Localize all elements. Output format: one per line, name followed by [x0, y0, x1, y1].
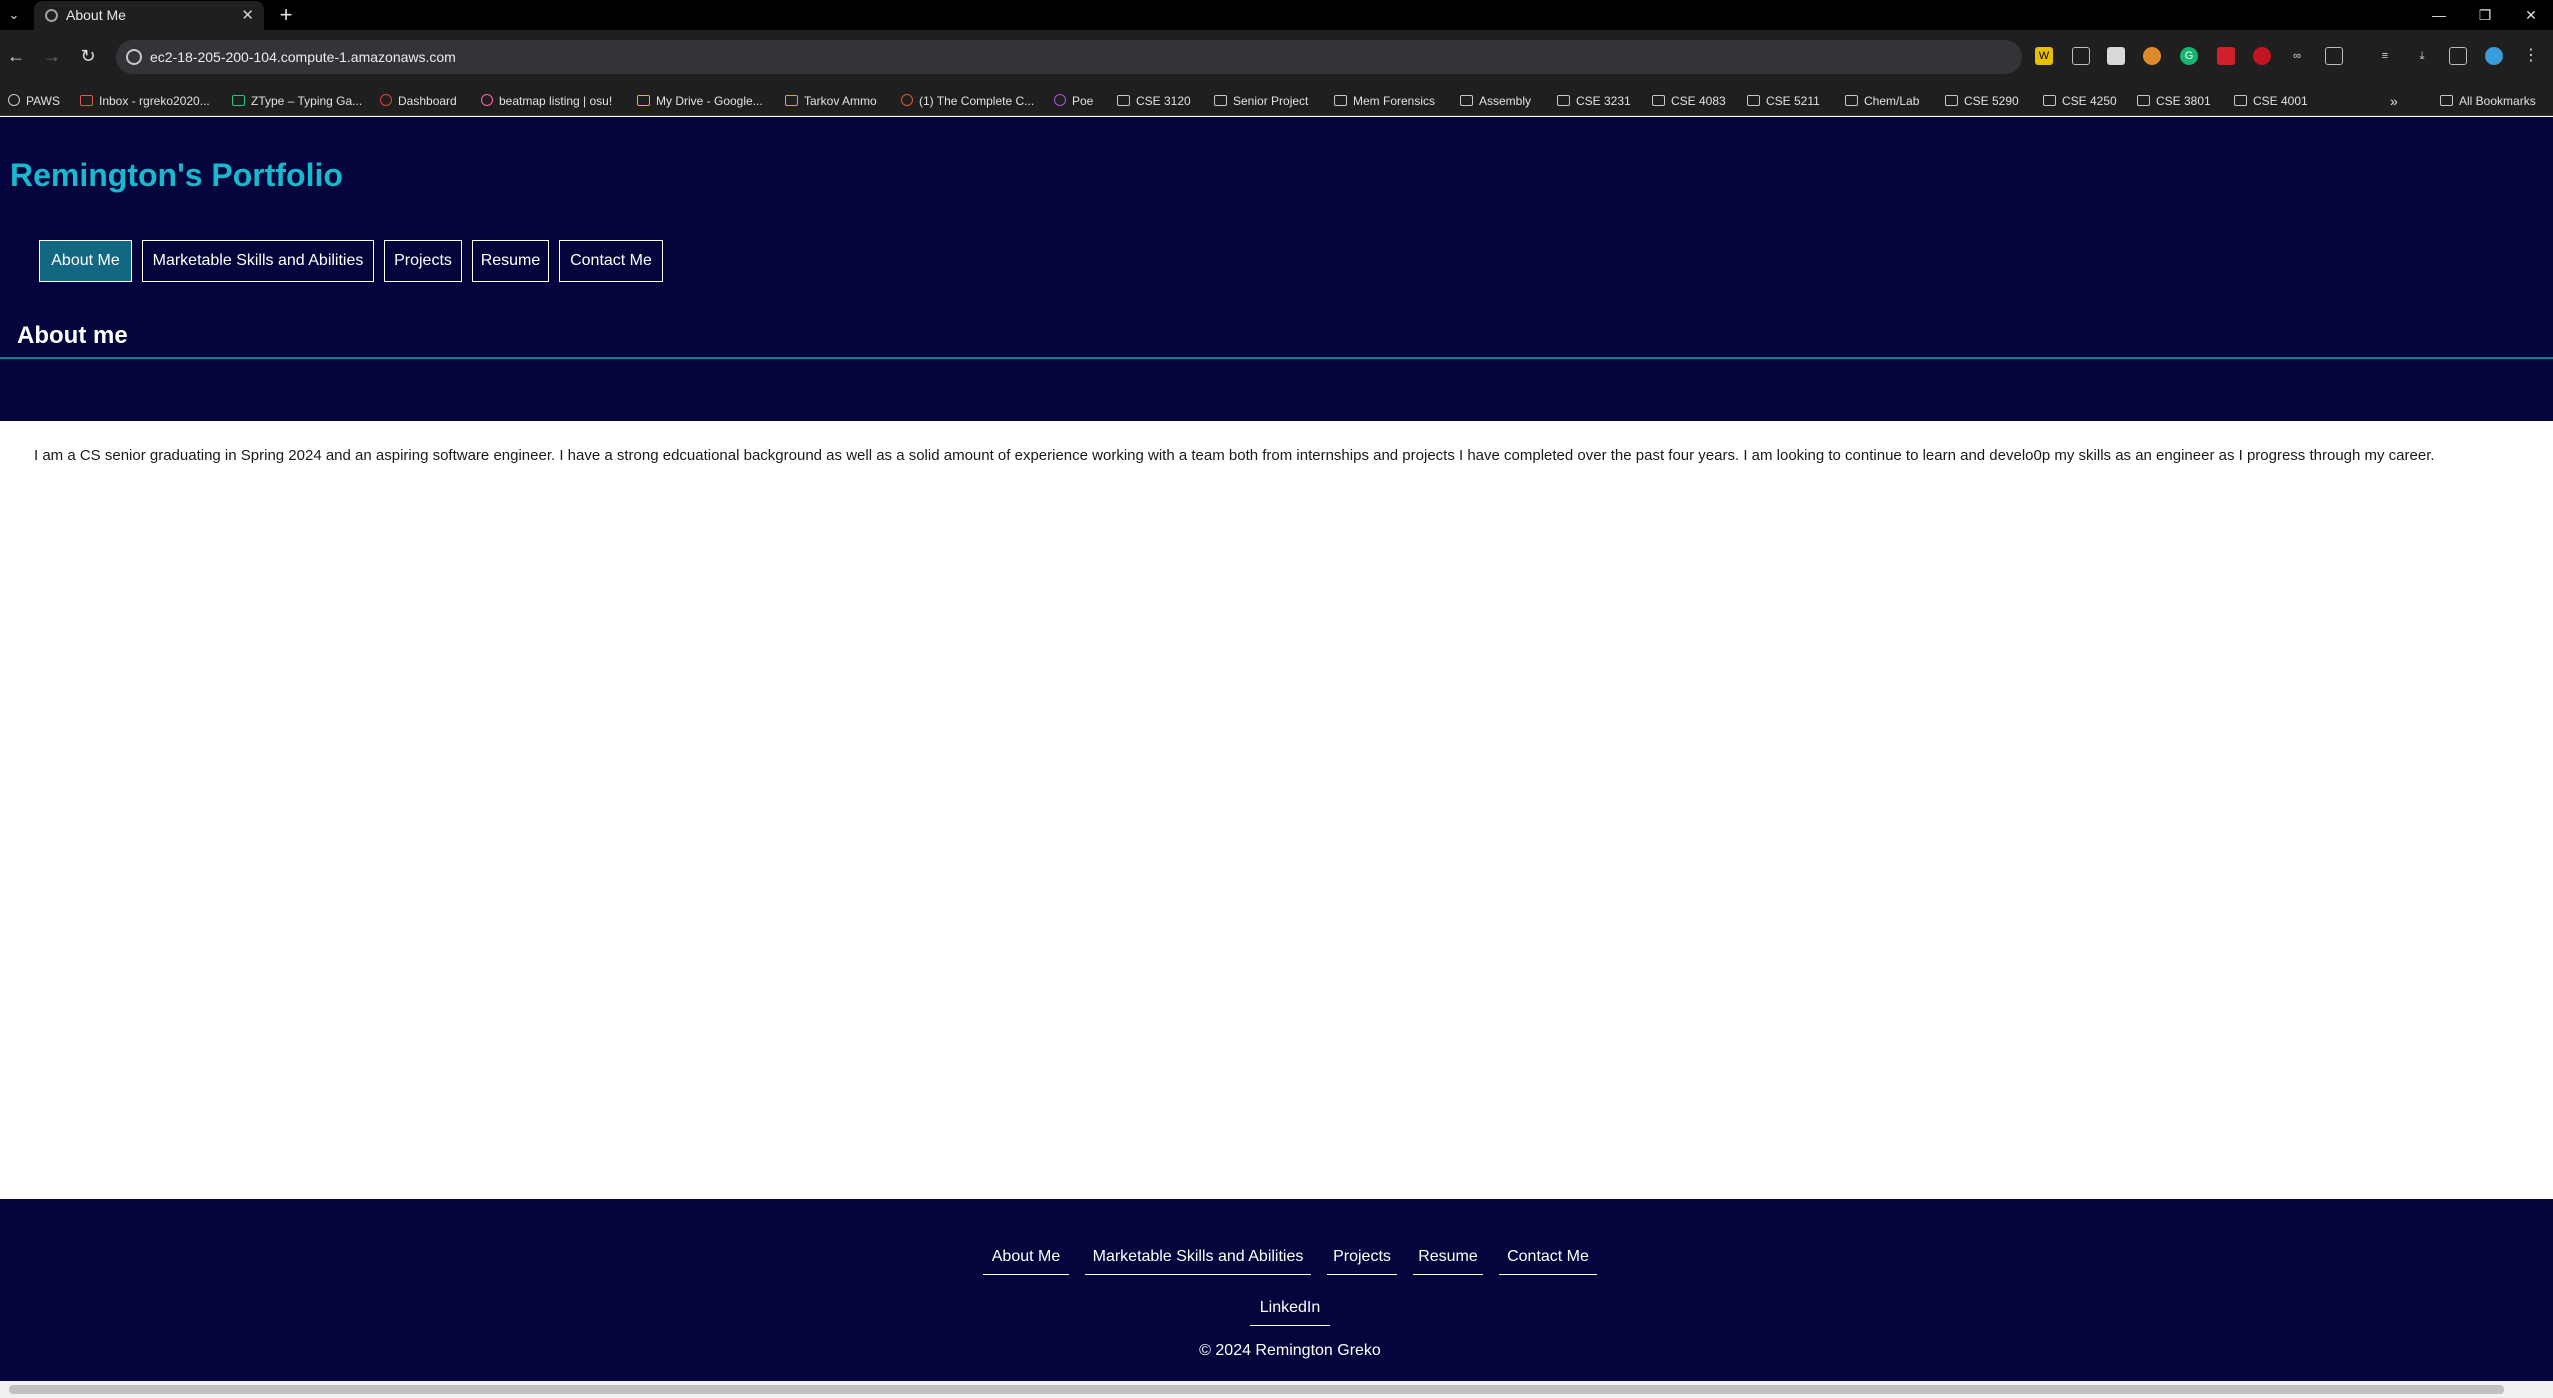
- bookmark-folder-mem-forensics[interactable]: Mem Forensics: [1334, 86, 1435, 116]
- footer-about-me[interactable]: About Me: [983, 1245, 1069, 1275]
- tab-search-icon[interactable]: ⌄: [4, 6, 24, 24]
- folder-icon: [2234, 95, 2247, 106]
- folder-icon: [2440, 95, 2453, 106]
- about-paragraph: I am a CS senior graduating in Spring 20…: [34, 447, 2435, 464]
- address-bar[interactable]: ec2-18-205-200-104.compute-1.amazonaws.c…: [116, 40, 2022, 74]
- extension-icon[interactable]: [2253, 47, 2271, 65]
- folder-icon: [2043, 95, 2056, 106]
- folder-icon: [1747, 95, 1760, 106]
- bookmark-folder-cse-4250[interactable]: CSE 4250: [2043, 86, 2117, 116]
- site-header: [0, 117, 2553, 421]
- nav-projects[interactable]: Projects: [384, 240, 462, 282]
- osu-icon: [481, 94, 493, 106]
- nav-about-me[interactable]: About Me: [39, 240, 132, 282]
- new-tab-icon[interactable]: +: [274, 2, 298, 28]
- folder-icon: [1117, 95, 1130, 106]
- footer-skills[interactable]: Marketable Skills and Abilities: [1085, 1245, 1311, 1275]
- bookmark-folder-cse-3801[interactable]: CSE 3801: [2137, 86, 2211, 116]
- side-panel-icon[interactable]: [2449, 47, 2467, 65]
- bookmark-folder-cse-5211[interactable]: CSE 5211: [1747, 86, 1820, 116]
- folder-icon: [1334, 95, 1347, 106]
- grammarly-icon[interactable]: G: [2180, 47, 2198, 65]
- heading-divider: [0, 357, 2553, 359]
- scrollbar-thumb[interactable]: [9, 1385, 2504, 1394]
- ztype-icon: [232, 95, 245, 106]
- google-drive-icon: [637, 95, 650, 106]
- tab-title: About Me: [66, 7, 126, 23]
- tab-strip: ⌄ About Me ✕ + — ❐ ✕: [0, 0, 2553, 30]
- extension-icon[interactable]: [2143, 47, 2161, 65]
- bookmarks-bar: PAWS Inbox - rgreko2020... ZType – Typin…: [0, 86, 2553, 116]
- tab-about-me[interactable]: About Me ✕: [34, 1, 264, 30]
- close-tab-icon[interactable]: ✕: [241, 1, 254, 30]
- footer-resume[interactable]: Resume: [1413, 1245, 1483, 1275]
- extension-icon[interactable]: ∞: [2288, 47, 2306, 65]
- folder-icon: [1845, 95, 1858, 106]
- bookmark-dashboard[interactable]: Dashboard: [380, 86, 457, 116]
- bookmarks-overflow-icon[interactable]: »: [2390, 86, 2398, 116]
- all-bookmarks-button[interactable]: All Bookmarks: [2440, 86, 2536, 116]
- restore-icon[interactable]: ❐: [2467, 3, 2503, 27]
- gmail-icon: [80, 95, 93, 106]
- nav-skills[interactable]: Marketable Skills and Abilities: [142, 240, 374, 282]
- extension-icon[interactable]: [2107, 47, 2125, 65]
- extension-icon[interactable]: [2072, 47, 2090, 65]
- reload-icon[interactable]: ↻: [76, 44, 100, 68]
- forward-icon[interactable]: →: [40, 44, 64, 68]
- poe-icon: [1054, 94, 1066, 106]
- bookmark-ztype[interactable]: ZType – Typing Ga...: [232, 86, 362, 116]
- bookmark-folder-cse-4083[interactable]: CSE 4083: [1652, 86, 1726, 116]
- bookmark-poe[interactable]: Poe: [1054, 86, 1093, 116]
- folder-icon: [1557, 95, 1570, 106]
- horizontal-scrollbar[interactable]: [0, 1381, 2553, 1398]
- extension-icon[interactable]: W: [2035, 47, 2053, 65]
- bookmark-complete-c[interactable]: (1) The Complete C...: [901, 86, 1034, 116]
- bookmark-folder-chem-lab[interactable]: Chem/Lab: [1845, 86, 1919, 116]
- bar-chart-icon: [785, 95, 798, 106]
- folder-icon: [2137, 95, 2150, 106]
- bookmark-folder-cse-3120[interactable]: CSE 3120: [1117, 86, 1191, 116]
- extensions-puzzle-icon[interactable]: [2325, 47, 2343, 65]
- menu-kebab-icon[interactable]: ⋮: [2522, 47, 2540, 65]
- copyright: © 2024 Remington Greko: [1199, 1342, 1381, 1359]
- bookmark-folder-cse-4001[interactable]: CSE 4001: [2234, 86, 2308, 116]
- folder-icon: [1460, 95, 1473, 106]
- bookmark-folder-assembly[interactable]: Assembly: [1460, 86, 1531, 116]
- bookmark-inbox[interactable]: Inbox - rgreko2020...: [80, 86, 210, 116]
- nav-contact-me[interactable]: Contact Me: [559, 240, 663, 282]
- folder-icon: [1945, 95, 1958, 106]
- folder-icon: [1214, 95, 1227, 106]
- bookmark-folder-cse-5290[interactable]: CSE 5290: [1945, 86, 2019, 116]
- folder-icon: [1652, 95, 1665, 106]
- about-heading: About me: [17, 322, 128, 349]
- footer-projects[interactable]: Projects: [1327, 1245, 1397, 1275]
- bookmark-beatmap[interactable]: beatmap listing | osu!: [481, 86, 612, 116]
- bookmark-my-drive[interactable]: My Drive - Google...: [637, 86, 763, 116]
- footer-linkedin[interactable]: LinkedIn: [1250, 1296, 1330, 1326]
- profile-avatar-icon[interactable]: [2485, 47, 2503, 65]
- footer-contact-me[interactable]: Contact Me: [1499, 1245, 1597, 1275]
- bookmark-folder-cse-3231[interactable]: CSE 3231: [1557, 86, 1631, 116]
- download-icon[interactable]: ⤓: [2413, 47, 2431, 65]
- bookmark-favicon-icon: [8, 94, 20, 106]
- bookmark-paws[interactable]: PAWS: [8, 86, 60, 116]
- site-info-icon[interactable]: [126, 49, 142, 65]
- minimize-icon[interactable]: —: [2421, 3, 2457, 27]
- close-window-icon[interactable]: ✕: [2513, 3, 2549, 27]
- dashboard-icon: [380, 94, 392, 106]
- media-control-icon[interactable]: ≡: [2376, 47, 2394, 65]
- globe-icon: [45, 9, 58, 22]
- bookmark-folder-senior-project[interactable]: Senior Project: [1214, 86, 1308, 116]
- extension-icon[interactable]: [2217, 47, 2235, 65]
- nav-resume[interactable]: Resume: [472, 240, 549, 282]
- site-title: Remington's Portfolio: [10, 157, 343, 193]
- udemy-icon: [901, 94, 913, 106]
- url-text[interactable]: ec2-18-205-200-104.compute-1.amazonaws.c…: [150, 40, 456, 74]
- back-icon[interactable]: ←: [4, 44, 28, 68]
- bookmark-tarkov-ammo[interactable]: Tarkov Ammo: [785, 86, 877, 116]
